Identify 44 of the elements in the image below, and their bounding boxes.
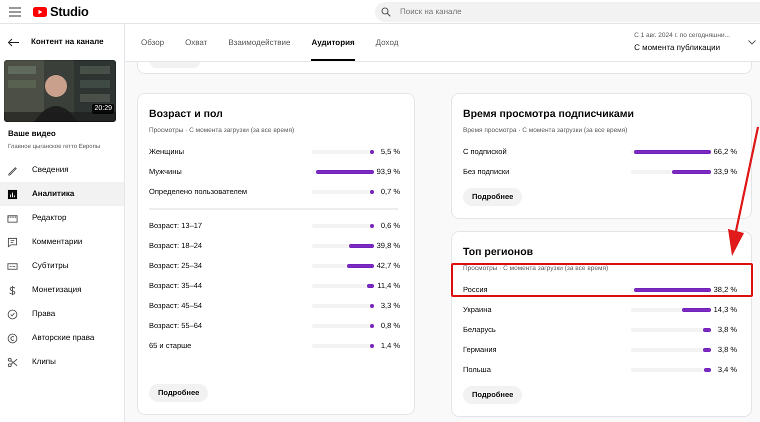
sidebar-item[interactable]: Субтитры [0, 254, 124, 278]
sidebar-label: Комментарии [32, 236, 82, 248]
sidebar-item[interactable]: Права [0, 302, 124, 326]
sidebar-label: Аналитика [32, 188, 74, 200]
sidebar-item[interactable]: Аналитика [0, 182, 124, 206]
copyright-icon [7, 332, 18, 344]
sidebar-label: Редактор [32, 212, 66, 224]
sidebar-label: Клипы [32, 356, 56, 368]
card-title: Топ регионов [463, 245, 534, 260]
logo-text: Studio [50, 2, 88, 21]
date-range-value: С момента публикации [634, 42, 722, 54]
sidebar-item[interactable]: Комментарии [0, 230, 124, 254]
sidebar-item[interactable]: Монетизация [0, 278, 124, 302]
tab[interactable]: Доход [376, 24, 398, 61]
sidebar-item[interactable]: Клипы [0, 350, 124, 374]
tab[interactable]: Обзор [141, 24, 164, 61]
video-title: Ваше видео [8, 128, 57, 140]
subtitles-icon [7, 260, 18, 272]
sidebar-item[interactable]: Редактор [0, 206, 124, 230]
sidebar-label: Монетизация [32, 284, 82, 296]
card-title: Возраст и пол [149, 107, 224, 122]
sidebar-label: Права [32, 308, 56, 320]
sidebar-item[interactable]: Авторские права [0, 326, 124, 350]
sidebar-title: Контент на канале [31, 36, 104, 48]
back-arrow-icon[interactable] [7, 38, 19, 46]
sidebar-item[interactable]: Сведения [0, 158, 124, 182]
search-input[interactable]: Поиск на канале [400, 6, 700, 18]
comment-icon [7, 236, 18, 248]
sidebar-label: Сведения [32, 164, 69, 176]
logo-icon [33, 6, 47, 16]
pencil-icon [7, 164, 18, 176]
search-icon [381, 6, 391, 16]
tab[interactable]: Охват [185, 24, 208, 61]
card-title: Время просмотра подписчиками [463, 107, 635, 122]
bar-chart-icon [7, 188, 18, 200]
film-icon [7, 212, 18, 224]
sidebar-label: Субтитры [32, 260, 68, 272]
sidebar-label: Авторские права [32, 332, 94, 344]
menu-icon[interactable] [9, 6, 21, 16]
dollar-icon [7, 284, 18, 296]
chevron-down-icon [748, 40, 756, 45]
scissors-icon [7, 356, 18, 368]
search-field[interactable]: Поиск на канале [375, 2, 760, 22]
tab[interactable]: Взаимодействие [228, 24, 290, 61]
